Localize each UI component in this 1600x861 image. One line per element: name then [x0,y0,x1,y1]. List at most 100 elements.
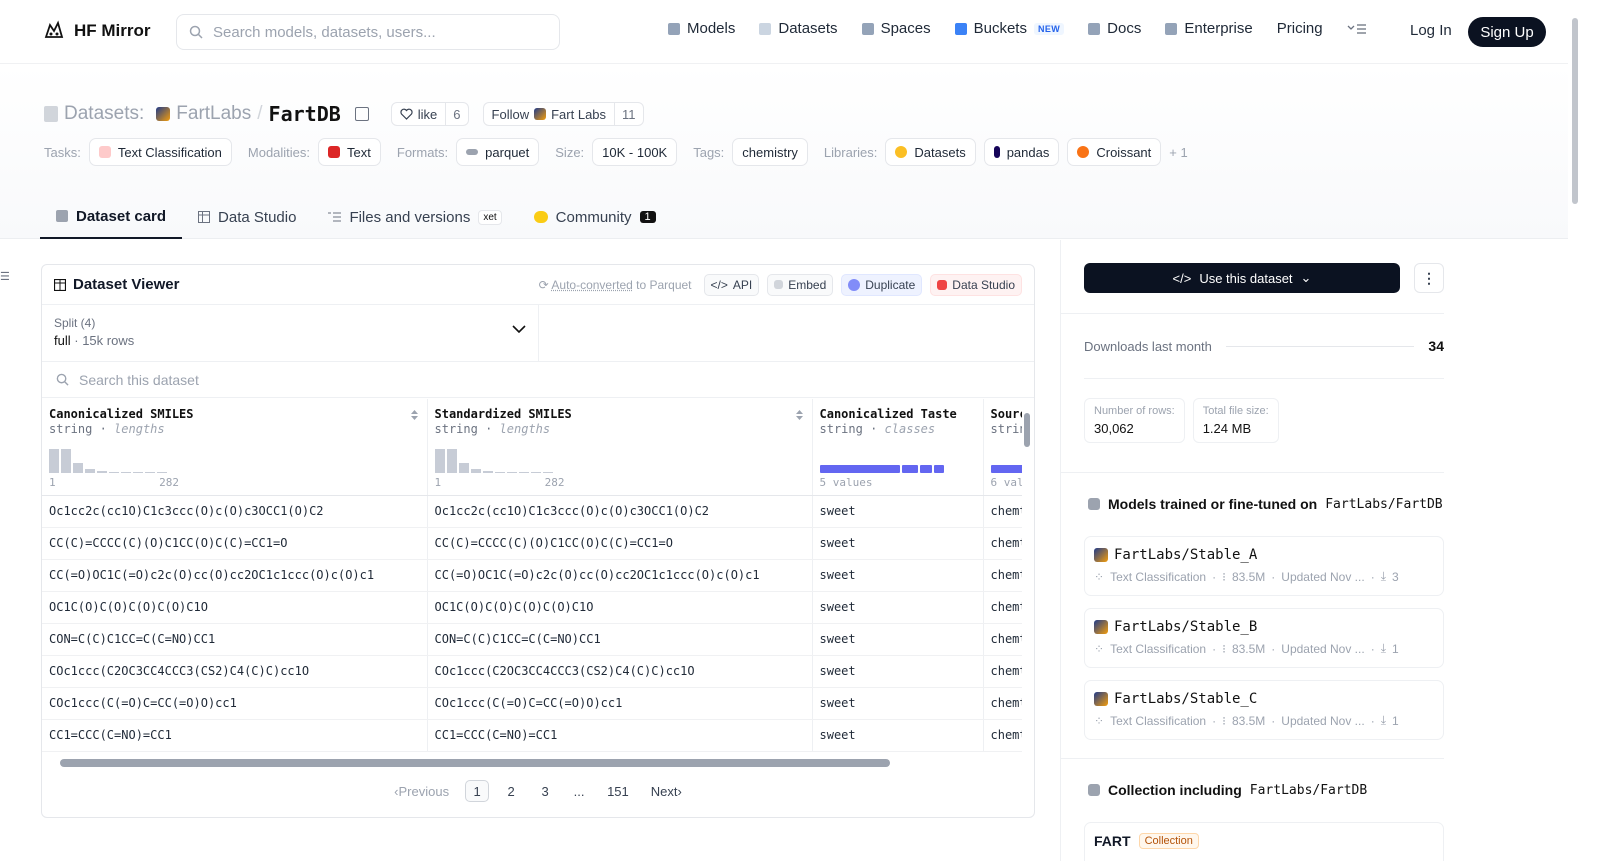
table-cell[interactable]: COc1ccc(C2OC3CC4CCC3(CS2)C4(C)C)cc1O [427,655,813,688]
table-row[interactable]: CC(C)=CCCC(C)(O)C1CC(O)C(C)=CC1=O CC(C)=C… [42,527,1022,560]
nav-spaces[interactable]: Spaces [861,20,931,37]
copy-icon[interactable] [354,107,369,121]
embed-button[interactable]: Embed [767,273,834,296]
table-cell[interactable]: CC(C)=CCCC(C)(O)C1CC(O)C(C)=CC1=O [427,527,813,560]
column-header[interactable]: Standardized SMILES string · lengths 1 28… [427,399,813,496]
tab-dataset-card[interactable]: Dataset card [40,195,183,239]
length-histogram[interactable] [434,449,553,473]
table-cell[interactable]: CC1=CCC(C=NO)=CC1 [42,719,428,752]
scroll-thumb[interactable] [60,759,890,767]
duplicate-button[interactable]: Duplicate [841,273,923,296]
tag-size[interactable]: 10K - 100K [592,138,678,166]
table-cell[interactable]: COc1ccc(C2OC3CC4CCC3(CS2)C4(C)C)cc1O [42,655,428,688]
table-cell[interactable]: sweet [812,655,984,688]
table-row[interactable]: OC1C(O)C(O)C(O)C(O)C1O OC1C(O)C(O)C(O)C(O… [42,591,1022,624]
page-last-button[interactable]: 151 [601,780,635,802]
more-options-button[interactable]: ⋮ [1414,263,1444,293]
table-cell[interactable]: chemtastesdb [983,527,1022,560]
sidebar-toggle-icon[interactable]: ☰ [0,270,10,283]
previous-page-button[interactable]: ‹ Previous [388,780,455,802]
page-3-button[interactable]: 3 [533,780,557,802]
like-button[interactable]: like 6 [390,102,469,126]
column-header[interactable]: Canonicalized Taste string · classes 5 v… [812,399,984,496]
tab-community[interactable]: Community 1 [518,195,672,239]
table-horizontal-scrollbar[interactable] [42,755,1034,769]
table-row[interactable]: CON=C(C)C1CC=C(C=NO)CC1 CON=C(C)C1CC=C(C=… [42,623,1022,656]
table-cell[interactable]: CC(C)=CCCC(C)(O)C1CC(O)C(C)=CC1=O [42,527,428,560]
column-header[interactable]: Canonicalized SMILES string · lengths 1 2… [42,399,428,496]
table-row[interactable]: CC(=O)OC1C(=O)c2c(O)cc(O)cc2OC1c1ccc(O)c… [42,559,1022,592]
nav-buckets[interactable]: Buckets NEW [954,20,1065,37]
table-cell[interactable]: chemtastesdb [983,687,1022,720]
next-page-button[interactable]: Next › [645,780,688,802]
model-card[interactable]: FartLabs/Stable_B ⁘ Text Classification · ⁝… [1084,608,1444,668]
nav-pricing[interactable]: Pricing [1277,20,1323,37]
more-tags[interactable]: + 1 [1169,145,1187,160]
tag-modality[interactable]: Text [318,138,381,166]
table-vertical-scrollbar[interactable] [1022,399,1032,755]
tag-format[interactable]: parquet [456,138,540,166]
table-cell[interactable]: CON=C(C)C1CC=C(C=NO)CC1 [427,623,813,656]
table-cell[interactable]: chemtastesdb [983,655,1022,688]
table-cell[interactable]: sweet [812,719,984,752]
class-distribution-bar[interactable] [819,465,944,473]
signup-button[interactable]: Sign Up [1468,17,1546,47]
table-cell[interactable]: sweet [812,623,984,656]
tag-lib-datasets[interactable]: Datasets [885,138,976,166]
table-cell[interactable]: CON=C(C)C1CC=C(C=NO)CC1 [42,623,428,656]
table-cell[interactable]: chemtastesdb [983,623,1022,656]
table-cell[interactable]: COc1ccc(C(=O)C=CC(=O)O)cc1 [427,687,813,720]
auto-converted-link[interactable]: Auto-converted [551,278,632,292]
table-cell[interactable]: CC(=O)OC1C(=O)c2c(O)cc(O)cc2OC1c1ccc(O)c… [42,559,428,592]
tab-files[interactable]: Files and versions xet [312,195,517,239]
column-header[interactable]: Source string · classes 6 values [983,399,1022,496]
table-cell[interactable]: sweet [812,495,984,528]
model-card[interactable]: FartLabs/Stable_A ⁘ Text Classification · ⁝… [1084,536,1444,596]
global-search-input[interactable]: Search models, datasets, users... [176,14,560,50]
sort-icon[interactable] [410,409,419,421]
table-cell[interactable]: OC1C(O)C(O)C(O)C(O)C1O [427,591,813,624]
tag-lib-pandas[interactable]: pandas [983,138,1060,166]
nav-enterprise[interactable]: Enterprise [1165,20,1253,37]
tab-data-studio[interactable]: Data Studio [182,195,312,239]
nav-models[interactable]: Models [668,20,735,37]
brand-logo[interactable]: HF Mirror [42,19,151,43]
sort-icon[interactable] [795,409,804,421]
table-cell[interactable]: chemtastesdb [983,591,1022,624]
use-dataset-button[interactable]: </> Use this dataset ⌄ [1084,263,1400,293]
page-1-button[interactable]: 1 [465,780,490,802]
page-scrollbar[interactable] [1568,0,1600,861]
length-histogram[interactable] [49,449,167,473]
table-row[interactable]: COc1ccc(C2OC3CC4CCC3(CS2)C4(C)C)cc1O COc1… [42,655,1022,688]
api-button[interactable]: </> API [703,273,760,296]
scroll-thumb[interactable] [1572,18,1578,204]
more-menu-button[interactable] [1347,23,1367,35]
table-row[interactable]: Oc1cc2c(cc1O)C1c3ccc(O)c(O)c3OCC1(O)C2 Oc… [42,495,1022,528]
table-row[interactable]: CC1=CCC(C=NO)=CC1 CC1=CCC(C=NO)=CC1 sweet c… [42,719,1022,752]
scroll-thumb[interactable] [1024,413,1030,447]
table-cell[interactable]: chemtastesdb [983,719,1022,752]
table-cell[interactable]: chemtastesdb [983,495,1022,528]
split-select[interactable]: Split (4) full · 15k rows [42,305,539,361]
tag-chemistry[interactable]: chemistry [732,138,808,166]
tag-task[interactable]: Text Classification [88,138,232,166]
table-cell[interactable]: COc1ccc(C(=O)C=CC(=O)O)cc1 [42,687,428,720]
table-cell[interactable]: OC1C(O)C(O)C(O)C(O)C1O [42,591,428,624]
table-cell[interactable]: CC(=O)OC1C(=O)c2c(O)cc(O)cc2OC1c1ccc(O)c… [427,559,813,592]
table-cell[interactable]: sweet [812,527,984,560]
dataset-name[interactable]: FartDB [269,102,341,126]
class-distribution-bar[interactable] [990,465,1022,473]
page-2-button[interactable]: 2 [499,780,523,802]
table-cell[interactable]: sweet [812,559,984,592]
follow-button[interactable]: Follow Fart Labs 11 [482,102,644,126]
table-cell[interactable]: CC1=CCC(C=NO)=CC1 [427,719,813,752]
nav-datasets[interactable]: Datasets [759,20,838,37]
org-link[interactable]: FartLabs [176,103,251,125]
table-cell[interactable]: sweet [812,591,984,624]
dataset-search-input[interactable]: Search this dataset [42,362,1034,398]
login-link[interactable]: Log In [1410,22,1452,39]
model-card[interactable]: FartLabs/Stable_C ⁘ Text Classification · ⁝… [1084,680,1444,740]
nav-docs[interactable]: Docs [1088,20,1141,37]
table-cell[interactable]: Oc1cc2c(cc1O)C1c3ccc(O)c(O)c3OCC1(O)C2 [427,495,813,528]
data-studio-button[interactable]: Data Studio [930,273,1022,296]
